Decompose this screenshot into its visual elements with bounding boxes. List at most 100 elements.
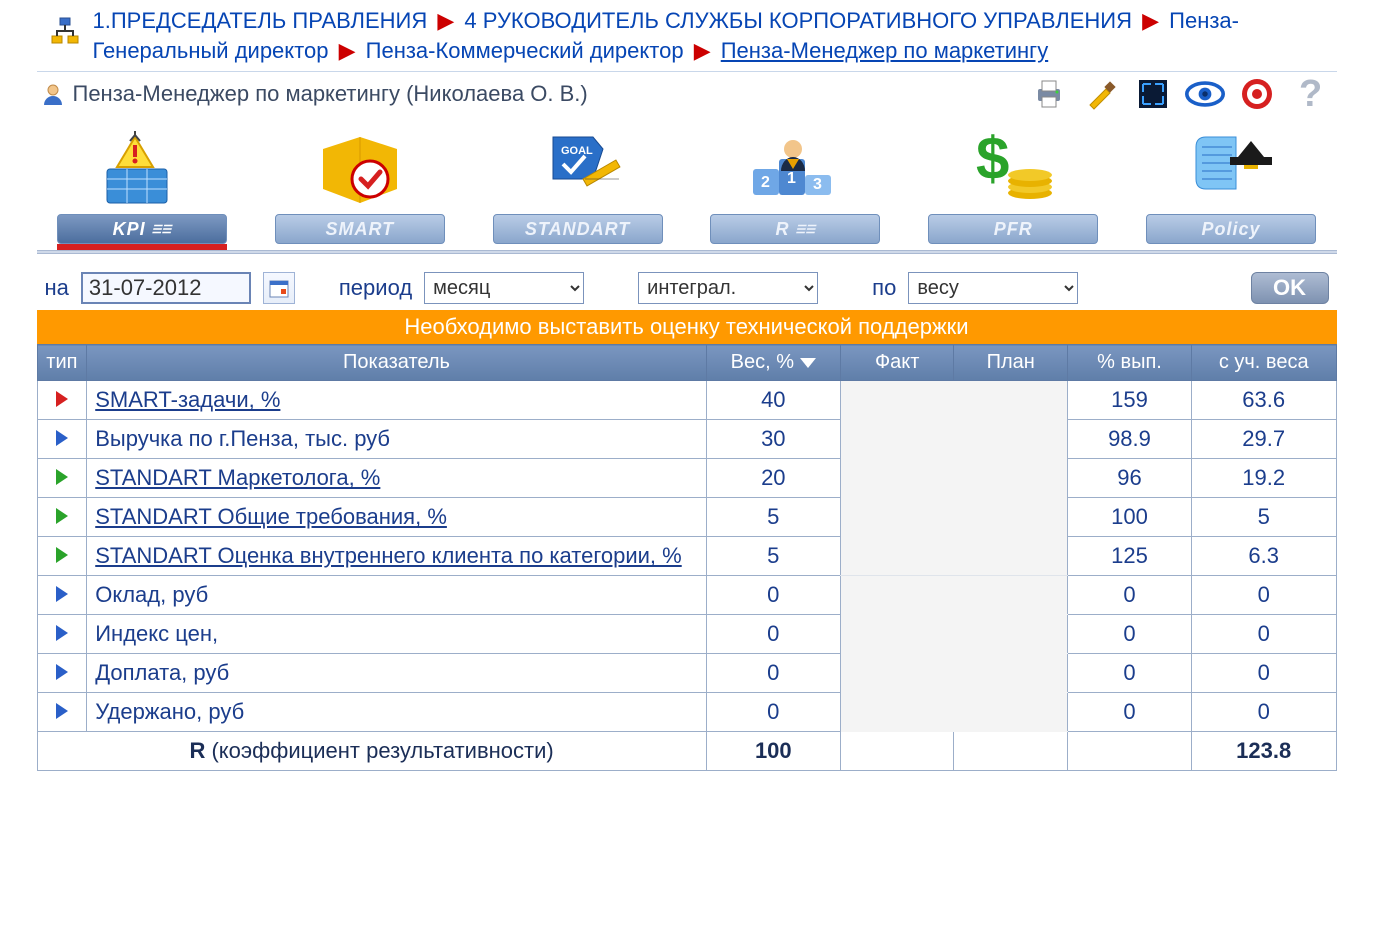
row-type-cell[interactable] <box>37 420 87 459</box>
period-label: период <box>339 275 412 301</box>
indicator-name: SMART-задачи, % <box>95 387 280 412</box>
tab-active-underline <box>57 244 227 250</box>
row-pct-cell: 98.9 <box>1068 420 1192 459</box>
by-select[interactable]: весу <box>908 272 1078 304</box>
breadcrumb[interactable]: 1.ПРЕДСЕДАТЕЛЬ ПРАВЛЕНИЯ ▶ 4 РУКОВОДИТЕЛ… <box>93 6 1329 65</box>
row-weight-cell: 30 <box>706 420 840 459</box>
period-select[interactable]: месяц <box>424 272 584 304</box>
breadcrumb-item[interactable]: Пенза-Коммерческий директор <box>366 38 684 63</box>
row-indicator-cell[interactable]: STANDART Оценка внутреннего клиента по к… <box>87 537 706 576</box>
tab-kpi-icon <box>97 124 187 214</box>
breadcrumb-item[interactable]: 4 РУКОВОДИТЕЛЬ СЛУЖБЫ КОРПОРАТИВНОГО УПР… <box>464 8 1132 33</box>
footer-result: 123.8 <box>1191 732 1336 771</box>
footer-R: R <box>189 738 205 763</box>
triangle-blue-icon <box>56 664 68 680</box>
fact-plan-blank <box>840 615 1067 654</box>
table-row[interactable]: STANDART Оценка внутреннего клиента по к… <box>37 537 1336 576</box>
th-weight[interactable]: Вес, % <box>706 345 840 381</box>
row-weight-cell: 0 <box>706 654 840 693</box>
table-row[interactable]: STANDART Маркетолога, %209619.2 <box>37 459 1336 498</box>
breadcrumb-item-current[interactable]: Пенза-Менеджер по маркетингу <box>721 38 1048 63</box>
breadcrumb-sep-icon: ▶ <box>437 8 454 33</box>
table-row[interactable]: Удержано, руб000 <box>37 693 1336 732</box>
th-indicator[interactable]: Показатель <box>87 345 706 381</box>
row-type-cell[interactable] <box>37 537 87 576</box>
tab-sub: ☰☰ <box>152 223 172 236</box>
table-row[interactable]: Доплата, руб000 <box>37 654 1336 693</box>
tab-label: STANDART <box>525 219 630 240</box>
triangle-blue-icon <box>56 703 68 719</box>
row-indicator-cell[interactable]: Оклад, руб <box>87 576 706 615</box>
th-fact[interactable]: Факт <box>840 345 954 381</box>
tabs-row: KPI ☰☰ SMART GOAL <box>37 120 1337 250</box>
svg-text:?: ? <box>1299 74 1322 114</box>
footer-fact <box>840 732 954 771</box>
th-plan[interactable]: План <box>954 345 1068 381</box>
row-pct-cell: 0 <box>1068 576 1192 615</box>
tab-smart[interactable]: SMART <box>275 214 445 244</box>
row-type-cell[interactable] <box>37 654 87 693</box>
tab-smart-icon <box>315 124 405 214</box>
fullscreen-icon[interactable] <box>1133 74 1173 114</box>
row-pct-cell: 125 <box>1068 537 1192 576</box>
tab-policy-icon <box>1186 124 1276 214</box>
date-input[interactable] <box>81 272 251 304</box>
target-icon[interactable] <box>1237 74 1277 114</box>
row-pct-cell: 0 <box>1068 615 1192 654</box>
table-row[interactable]: Оклад, руб000 <box>37 576 1336 615</box>
row-indicator-cell[interactable]: Индекс цен, <box>87 615 706 654</box>
tab-r[interactable]: R ☰☰ <box>710 214 880 244</box>
indicator-name: Выручка по г.Пенза, тыс. руб <box>95 426 390 451</box>
th-wadj[interactable]: с уч. веса <box>1191 345 1336 381</box>
row-indicator-cell[interactable]: Удержано, руб <box>87 693 706 732</box>
help-icon[interactable]: ? <box>1289 74 1329 114</box>
row-indicator-cell[interactable]: Выручка по г.Пенза, тыс. руб <box>87 420 706 459</box>
breadcrumb-sep-icon: ▶ <box>694 38 711 63</box>
integral-select[interactable]: интеграл. <box>638 272 818 304</box>
row-indicator-cell[interactable]: STANDART Общие требования, % <box>87 498 706 537</box>
table-row[interactable]: Выручка по г.Пенза, тыс. руб3098.929.7 <box>37 420 1336 459</box>
th-type[interactable]: тип <box>37 345 87 381</box>
footer-desc: (коэффициент результативности) <box>205 738 553 763</box>
fact-plan-blank-block <box>840 381 1067 576</box>
svg-text:2: 2 <box>761 174 770 191</box>
table-footer-row: R (коэффициент результативности) 100 123… <box>37 732 1336 771</box>
sort-desc-icon <box>800 358 816 368</box>
breadcrumb-item[interactable]: 1.ПРЕДСЕДАТЕЛЬ ПРАВЛЕНИЯ <box>93 8 428 33</box>
table-row[interactable]: STANDART Общие требования, %51005 <box>37 498 1336 537</box>
print-icon[interactable] <box>1029 74 1069 114</box>
row-wadj-cell: 0 <box>1191 576 1336 615</box>
tab-kpi[interactable]: KPI ☰☰ <box>57 214 227 244</box>
org-chart-icon <box>45 12 85 52</box>
table-row[interactable]: Индекс цен,000 <box>37 615 1336 654</box>
indicator-name: Удержано, руб <box>95 699 244 724</box>
row-type-cell[interactable] <box>37 459 87 498</box>
svg-text:1: 1 <box>787 170 796 187</box>
row-indicator-cell[interactable]: STANDART Маркетолога, % <box>87 459 706 498</box>
row-type-cell[interactable] <box>37 498 87 537</box>
ok-button[interactable]: OK <box>1251 272 1329 304</box>
tab-pfr[interactable]: PFR <box>928 214 1098 244</box>
row-weight-cell: 5 <box>706 498 840 537</box>
row-type-cell[interactable] <box>37 381 87 420</box>
brush-icon[interactable] <box>1081 74 1121 114</box>
triangle-green-icon <box>56 547 68 563</box>
breadcrumb-row: 1.ПРЕДСЕДАТЕЛЬ ПРАВЛЕНИЯ ▶ 4 РУКОВОДИТЕЛ… <box>37 0 1337 71</box>
th-pct[interactable]: % вып. <box>1068 345 1192 381</box>
row-indicator-cell[interactable]: SMART-задачи, % <box>87 381 706 420</box>
tab-standart[interactable]: STANDART <box>493 214 663 244</box>
triangle-blue-icon <box>56 586 68 602</box>
row-type-cell[interactable] <box>37 693 87 732</box>
row-weight-cell: 5 <box>706 537 840 576</box>
row-wadj-cell: 5 <box>1191 498 1336 537</box>
triangle-red-icon <box>56 391 68 407</box>
tab-policy[interactable]: Policy <box>1146 214 1316 244</box>
triangle-blue-icon <box>56 625 68 641</box>
tab-label: PFR <box>994 219 1033 240</box>
row-type-cell[interactable] <box>37 615 87 654</box>
calendar-icon[interactable] <box>263 272 295 304</box>
row-indicator-cell[interactable]: Доплата, руб <box>87 654 706 693</box>
row-type-cell[interactable] <box>37 576 87 615</box>
table-row[interactable]: SMART-задачи, %4015963.6 <box>37 381 1336 420</box>
eye-icon[interactable] <box>1185 74 1225 114</box>
